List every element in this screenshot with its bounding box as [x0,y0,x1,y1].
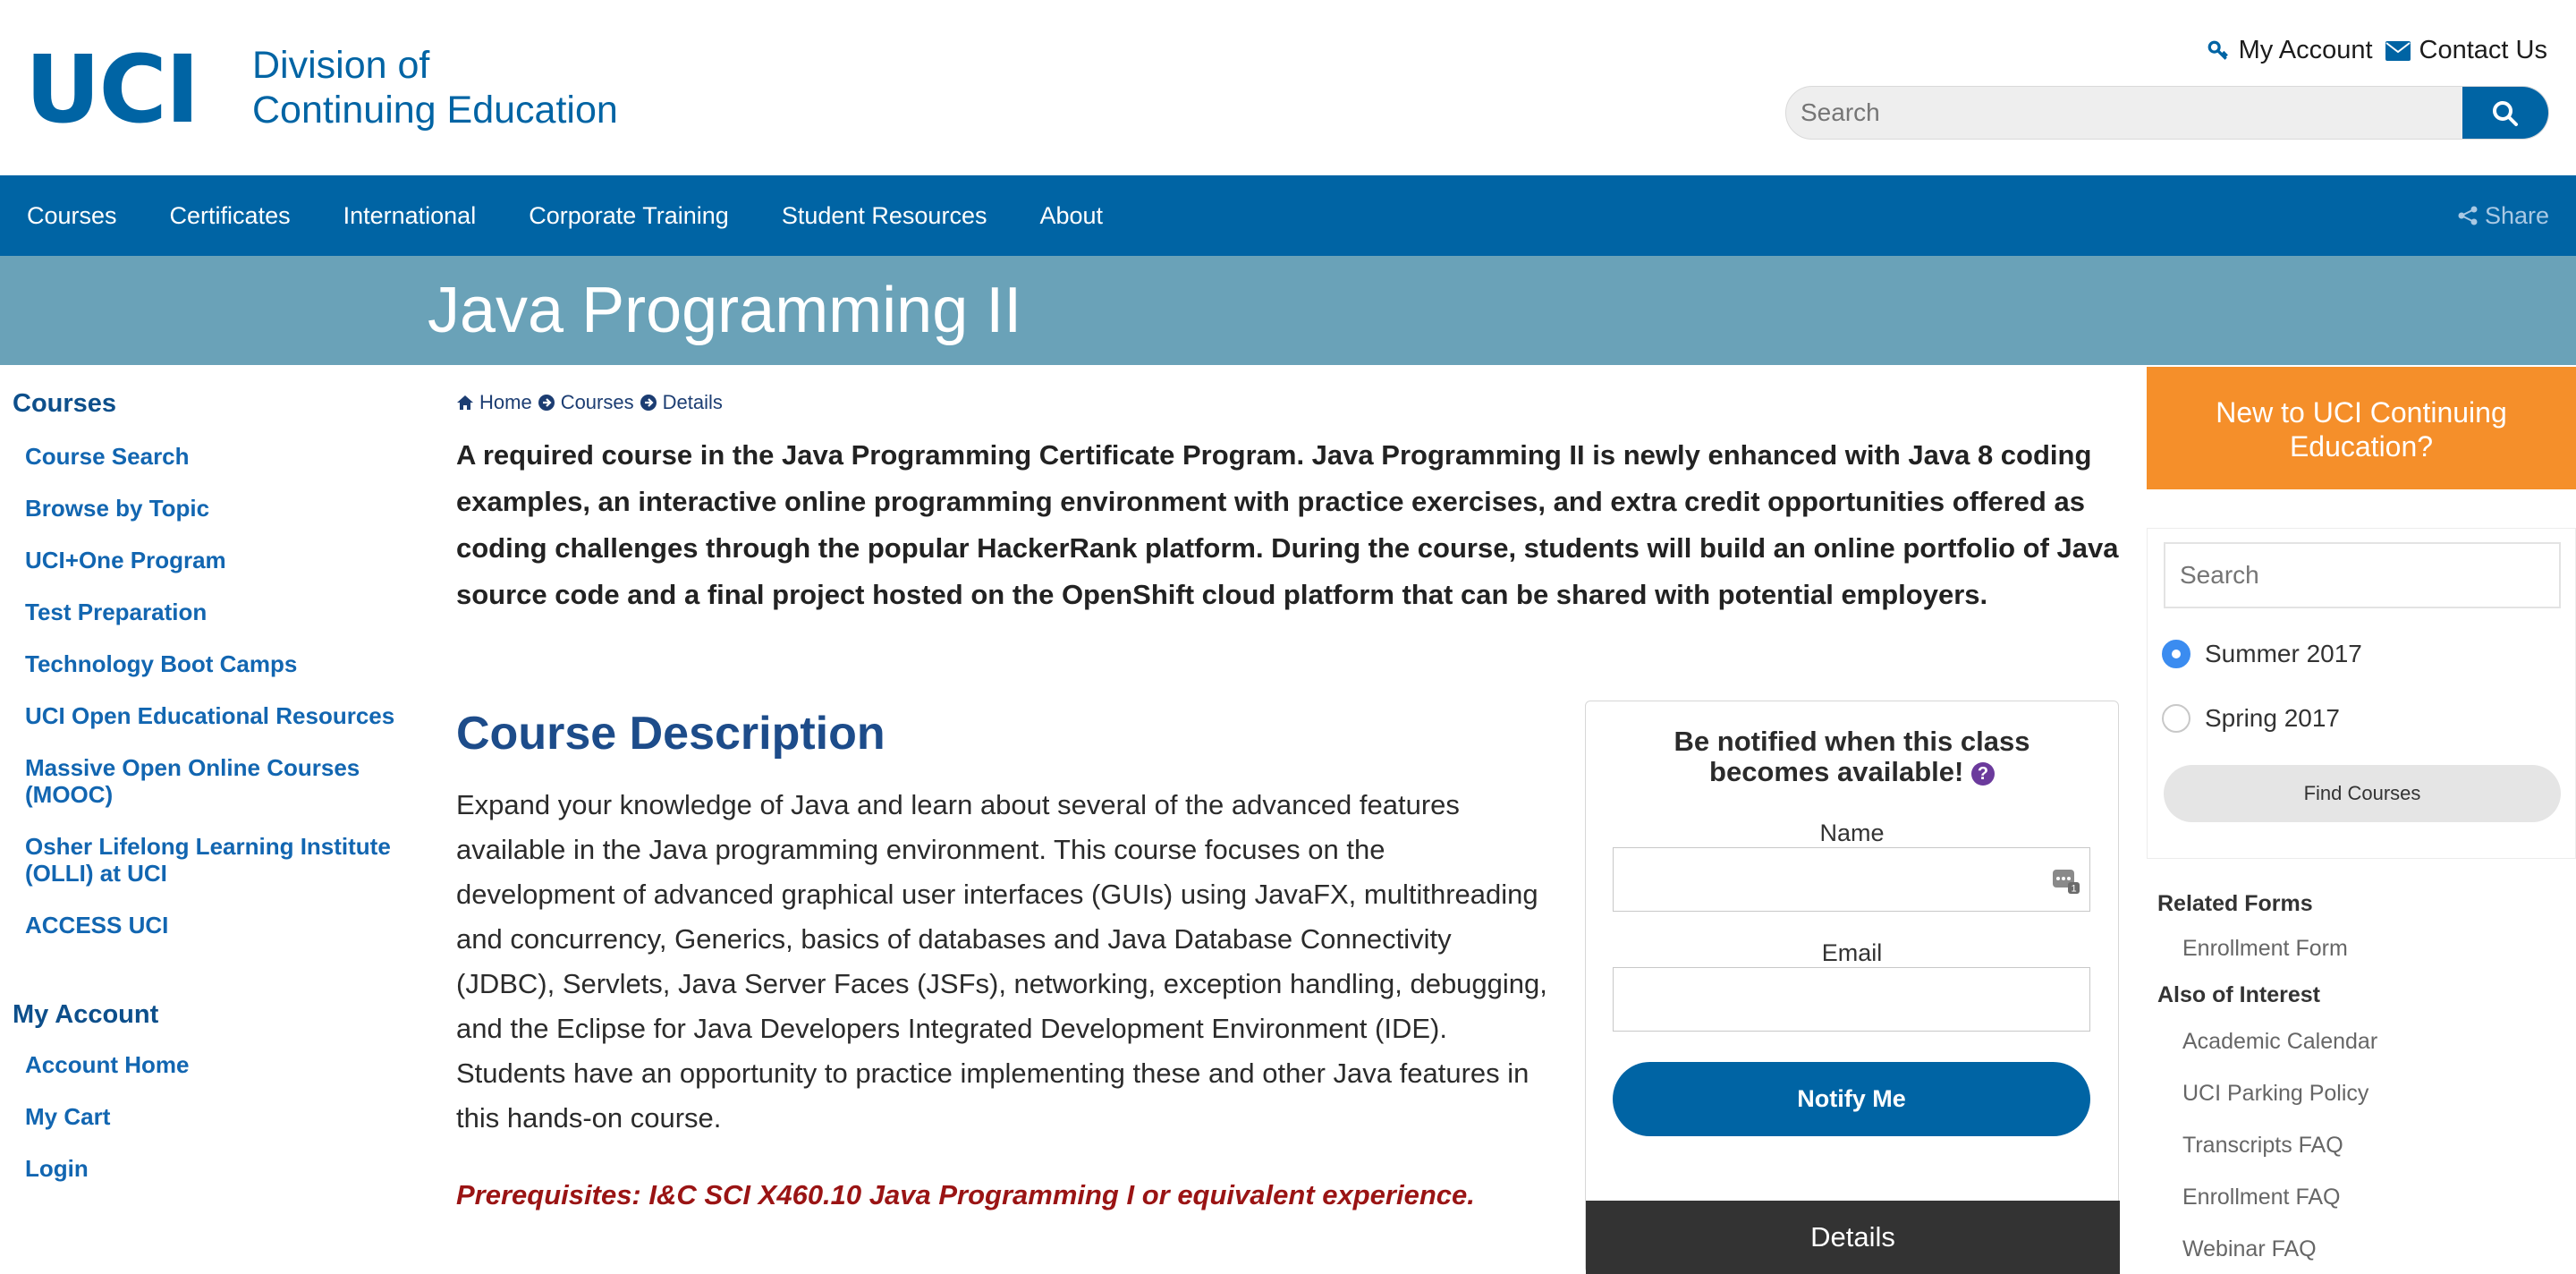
contact-us-label: Contact Us [2419,36,2547,64]
nav-item-corporate-training[interactable]: Corporate Training [529,202,729,230]
new-to-uci-banner[interactable]: New to UCI Continuing Education? [2147,367,2576,489]
interest-link-transcripts-faq[interactable]: Transcripts FAQ [2182,1133,2343,1159]
logo-line-2: Continuing Education [252,89,618,132]
share-label: Share [2484,201,2549,229]
home-icon [457,395,473,410]
radio-selected-icon[interactable] [2162,640,2190,668]
notify-title-text: becomes available! [1709,756,1964,787]
interest-link-enrollment-faq[interactable]: Enrollment FAQ [2182,1185,2340,1210]
breadcrumb-courses[interactable]: Courses [561,391,634,414]
term-option-summer[interactable]: Summer 2017 [2162,640,2362,668]
email-field[interactable] [1613,967,2090,1032]
sidebar-item-olli[interactable]: Osher Lifelong Learning Institute (OLLI)… [25,833,401,887]
logo-line-1: Division of [252,44,430,87]
sidebar-item-test-preparation[interactable]: Test Preparation [25,599,401,625]
header-search [1785,86,2549,140]
course-search-panel: Summer 2017 Spring 2017 Find Courses [2147,528,2576,859]
interest-link-webinar-faq[interactable]: Webinar FAQ [2182,1236,2317,1262]
radio-icon[interactable] [2162,704,2190,733]
breadcrumb-details: Details [662,391,723,413]
sidebar-search-input[interactable] [2164,542,2561,608]
sidebar-item-browse-by-topic[interactable]: Browse by Topic [25,495,401,522]
course-description-text: Expand your knowledge of Java and learn … [456,789,1547,1134]
share-button[interactable]: Share [2458,175,2549,256]
notify-title: Be notified when this class becomes avai… [1586,726,2118,787]
share-icon [2458,206,2478,225]
find-courses-button[interactable]: Find Courses [2164,765,2561,822]
term-label: Summer 2017 [2205,640,2362,667]
also-of-interest-heading: Also of Interest [2157,982,2320,1007]
nav-item-courses[interactable]: Courses [27,202,117,230]
term-label: Spring 2017 [2205,704,2341,732]
sidebar-item-boot-camps[interactable]: Technology Boot Camps [25,650,401,677]
nav-item-about[interactable]: About [1039,202,1103,230]
course-intro: A required course in the Java Programmin… [456,439,2119,610]
page-title: Java Programming II [428,275,1022,346]
header-search-input[interactable] [1786,87,2462,139]
help-icon[interactable]: ? [1970,762,1995,786]
key-icon [2207,40,2228,60]
related-link-enrollment-form[interactable]: Enrollment Form [2182,936,2348,962]
nav-items: Courses Certificates International Corpo… [27,175,1103,256]
svg-text:1: 1 [2071,884,2076,895]
course-description-heading: Course Description [456,708,886,760]
name-label: Name [1819,820,1885,846]
nav-item-certificates[interactable]: Certificates [170,202,291,230]
division-logo-text[interactable]: Division of Continuing Education [252,43,618,132]
my-account-label: My Account [2238,36,2373,64]
contact-us-link[interactable]: Contact Us [2385,36,2547,65]
sidebar-account-heading[interactable]: My Account [13,1000,158,1030]
sidebar-item-access-uci[interactable]: ACCESS UCI [25,912,401,939]
email-label: Email [1821,939,1883,966]
nav-item-student-resources[interactable]: Student Resources [782,202,987,230]
notify-box: Be notified when this class becomes avai… [1585,701,2120,1274]
nav-item-international[interactable]: International [343,202,477,230]
term-option-spring[interactable]: Spring 2017 [2162,704,2340,733]
search-icon [2493,101,2518,126]
sidebar-item-uci-one-program[interactable]: UCI+One Program [25,547,401,573]
uci-logo[interactable]: UCI [25,43,199,136]
envelope-icon [2385,40,2411,61]
my-account-link[interactable]: My Account [2207,36,2373,65]
breadcrumb-home[interactable]: Home [479,391,532,414]
circle-arrow-right-icon [640,395,657,411]
sidebar-item-course-search[interactable]: Course Search [25,443,401,470]
sidebar-item-account-home[interactable]: Account Home [25,1051,401,1078]
notify-title-line-2: becomes available! ? [1586,757,2118,787]
site-header: UCI Division of Continuing Education My … [0,0,2576,175]
sidebar-courses-heading[interactable]: Courses [13,389,116,419]
related-forms-heading: Related Forms [2157,891,2313,916]
main-nav: Courses Certificates International Corpo… [0,175,2576,256]
prerequisites-text: Prerequisites: I&C SCI X460.10 Java Prog… [456,1179,1475,1210]
details-header: Details [1586,1201,2120,1274]
header-search-button[interactable] [2462,87,2548,139]
sidebar-item-login[interactable]: Login [25,1155,401,1182]
sidebar-item-mooc[interactable]: Massive Open Online Courses (MOOC) [25,754,383,808]
notify-me-button[interactable]: Notify Me [1613,1062,2090,1136]
interest-link-parking-policy[interactable]: UCI Parking Policy [2182,1081,2368,1107]
notify-title-line-1: Be notified when this class [1674,726,2030,757]
interest-link-academic-calendar[interactable]: Academic Calendar [2182,1029,2377,1055]
circle-arrow-right-icon [538,395,555,411]
utility-links: My Account Contact Us [2207,36,2547,65]
page-banner: Java Programming II [0,256,2576,365]
sidebar-item-my-cart[interactable]: My Cart [25,1103,401,1130]
breadcrumb: Home Courses Details [456,391,723,414]
autofill-icon[interactable]: 1 [2052,866,2080,895]
sidebar-item-open-educational-resources[interactable]: UCI Open Educational Resources [25,702,401,729]
name-field[interactable]: 1 [1613,847,2090,912]
